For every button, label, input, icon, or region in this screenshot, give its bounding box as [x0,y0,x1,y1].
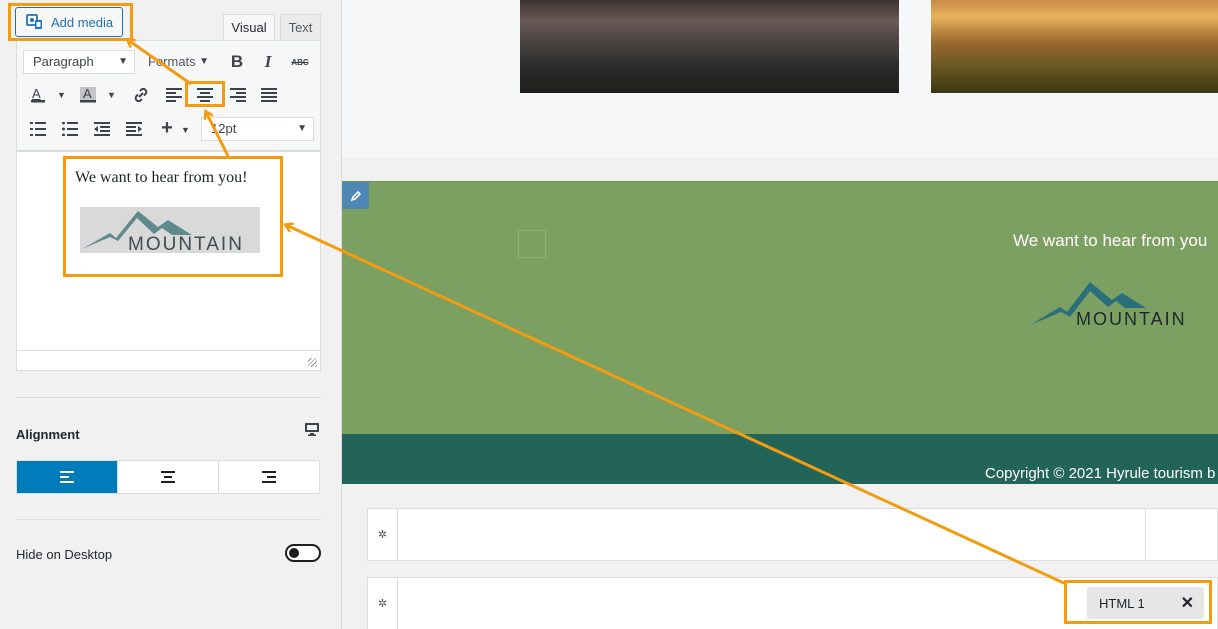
pencil-icon[interactable] [342,182,369,209]
align-right-icon[interactable] [225,83,251,107]
chevron-down-icon[interactable]: ▼ [57,90,66,100]
placeholder-box [518,230,546,258]
tab-visual[interactable]: Visual [223,14,275,41]
contact-section[interactable]: We want to hear from you MOUNTAIN [342,181,1218,434]
format-select[interactable]: Paragraph ▼ [23,50,135,74]
page-preview: We want to hear from you MOUNTAIN Copyri… [342,0,1218,629]
align-left-icon[interactable] [161,83,187,107]
hide-desktop-label: Hide on Desktop [16,547,113,562]
align-left-option[interactable] [17,461,117,493]
format-select-value: Paragraph [33,54,94,69]
chevron-down-icon: ▼ [199,56,209,67]
alignment-segmented-control [16,460,320,494]
desktop-icon[interactable] [305,423,319,439]
font-size-value: 12pt [211,121,237,136]
mountain-logo: MOUNTAIN [1030,279,1218,332]
font-size-select[interactable]: 12pt ▼ [201,117,314,141]
highlight-html-chip [1064,580,1212,624]
align-right-icon [262,471,276,483]
site-footer: Copyright © 2021 Hyrule tourism b [342,434,1218,484]
svg-text:A: A [32,86,41,101]
gear-icon[interactable]: ✲ [368,509,398,560]
align-right-option[interactable] [218,461,319,493]
formats-menu-label: Formats [148,54,196,69]
background-color-icon[interactable]: A [75,83,101,107]
align-center-option[interactable] [117,461,218,493]
highlight-editor-content [63,156,283,277]
bold-icon[interactable]: B [224,50,250,74]
editor-statusbar [17,350,320,370]
outdent-icon[interactable] [89,117,115,141]
indent-icon[interactable] [121,117,147,141]
ordered-list-icon[interactable] [25,117,51,141]
divider [16,519,321,520]
toggle-knob [289,548,299,558]
highlight-align-center [185,81,225,107]
editor-panel: Add media Visual Text Paragraph ▼ Format… [0,0,342,629]
empty-block-row[interactable]: ✲ [367,508,1218,561]
gear-icon[interactable]: ✲ [368,578,398,629]
italic-icon[interactable]: I [255,50,281,74]
alignment-label: Alignment [16,427,80,442]
contact-heading: We want to hear from you [1013,231,1208,250]
preview-logo-text: MOUNTAIN [1076,309,1187,329]
formats-menu[interactable]: Formats ▼ [138,50,216,74]
landscape-photo-misty-hills[interactable] [520,0,899,93]
link-icon[interactable] [128,83,154,107]
tab-text[interactable]: Text [280,14,321,41]
editor-toolbar: Paragraph ▼ Formats ▼ B I ABC A ▼ A ▼ + … [16,40,321,151]
text-color-icon[interactable]: A [25,83,51,107]
strikethrough-icon[interactable]: ABC [287,50,313,74]
align-left-icon [60,471,74,483]
gallery-section [342,0,1218,157]
resize-grip-icon[interactable] [308,358,317,367]
chevron-down-icon: ▼ [297,123,307,134]
chevron-down-icon[interactable]: ▼ [181,125,190,135]
insert-plus-icon[interactable]: + [154,116,180,140]
footer-copyright: Copyright © 2021 Hyrule tourism b [985,465,1216,482]
column-separator [1145,509,1146,560]
highlight-add-media [8,3,133,41]
align-center-icon [161,471,175,483]
divider [16,397,321,398]
svg-text:A: A [83,86,92,101]
unordered-list-icon[interactable] [57,117,83,141]
chevron-down-icon: ▼ [118,56,128,67]
chevron-down-icon[interactable]: ▼ [107,90,116,100]
landscape-photo-sunset-hills[interactable] [931,0,1218,93]
hide-desktop-toggle[interactable] [285,544,321,562]
align-justify-icon[interactable] [256,83,282,107]
